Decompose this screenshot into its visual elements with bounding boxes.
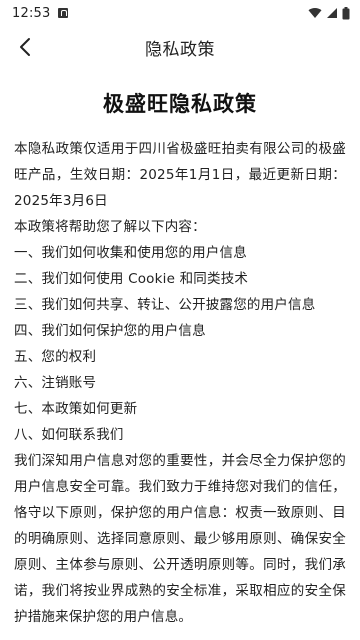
notification-icon	[58, 8, 69, 18]
battery-icon	[342, 6, 350, 19]
toc-item: 七、本政策如何更新	[14, 401, 138, 417]
toc-list: 一、我们如何收集和使用您的用户信息 二、我们如何使用 Cookie 和同类技术 …	[14, 240, 346, 448]
wifi-icon	[308, 7, 322, 18]
status-time: 12:53	[12, 5, 51, 21]
status-left: 12:53	[12, 5, 69, 21]
body-paragraph: 我们深知用户信息对您的重要性，并会尽全力保护您的用户信息安全可靠。我们致力于维持…	[14, 453, 346, 625]
intro-paragraph: 本隐私政策仅适用于四川省极盛旺拍卖有限公司的极盛旺产品，生效日期：2025年1月…	[14, 141, 346, 209]
policy-content[interactable]: 极盛旺隐私政策 本隐私政策仅适用于四川省极盛旺拍卖有限公司的极盛旺产品，生效日期…	[0, 68, 360, 640]
app-bar: 隐私政策	[0, 26, 360, 68]
app-bar-title: 隐私政策	[145, 39, 215, 60]
chevron-left-icon	[20, 38, 30, 56]
toc-item: 五、您的权利	[14, 349, 97, 365]
status-bar: 12:53	[0, 0, 360, 26]
toc-item: 三、我们如何共享、转让、公开披露您的用户信息	[14, 297, 316, 313]
back-button[interactable]	[8, 30, 42, 64]
toc-item: 六、注销账号	[14, 375, 97, 391]
document-title: 极盛旺隐私政策	[103, 92, 257, 116]
toc-item: 八、如何联系我们	[14, 427, 124, 443]
lead-paragraph: 本政策将帮助您了解以下内容：	[14, 219, 206, 235]
toc-item: 二、我们如何使用 Cookie 和同类技术	[14, 271, 249, 287]
toc-item: 四、我们如何保护您的用户信息	[14, 323, 206, 339]
toc-item: 一、我们如何收集和使用您的用户信息	[14, 245, 247, 261]
status-right	[308, 6, 350, 20]
signal-icon	[327, 8, 337, 18]
